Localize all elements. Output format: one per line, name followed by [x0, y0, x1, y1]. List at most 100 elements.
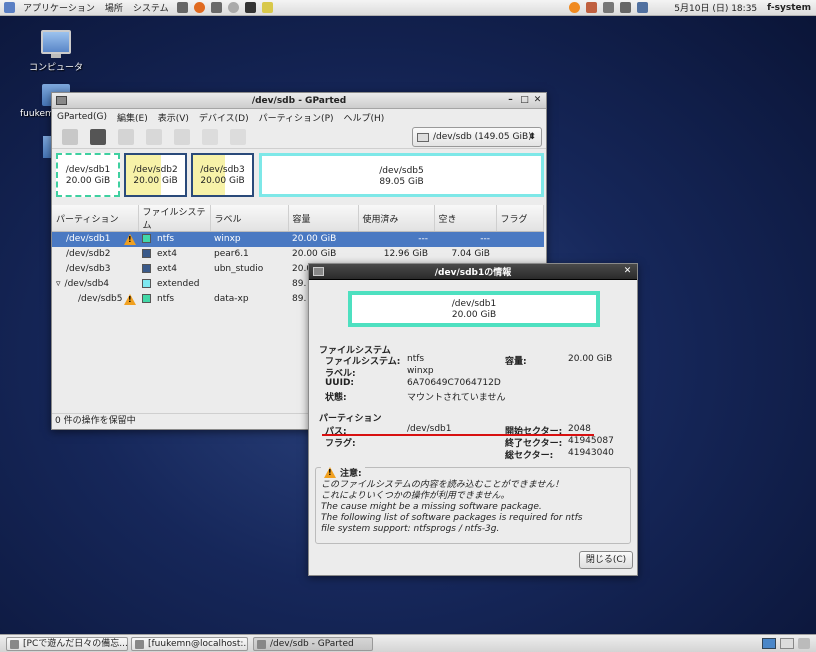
- workspace-2[interactable]: [780, 638, 794, 649]
- user-name[interactable]: f-system: [762, 3, 816, 13]
- gparted-titlebar[interactable]: /dev/sdb - GParted – □ ✕: [52, 93, 546, 109]
- col-filesystem[interactable]: ファイルシステム: [138, 205, 211, 232]
- partmap-sdb5[interactable]: /dev/sdb5 89.05 GiB: [259, 153, 544, 197]
- display-icon[interactable]: [637, 2, 649, 13]
- partmap-sdb1[interactable]: /dev/sdb1 20.00 GiB: [56, 153, 120, 197]
- computer-label: コンピュータ: [28, 63, 83, 73]
- menu-help[interactable]: ヘルプ(H): [339, 111, 390, 124]
- col-partition[interactable]: パーティション: [52, 205, 139, 232]
- partition-name: /dev/sdb3: [66, 264, 111, 274]
- warning-icon: [324, 467, 336, 478]
- device-selector-label: /dev/sdb (149.05 GiB): [433, 132, 532, 142]
- undo-icon[interactable]: [202, 128, 218, 145]
- table-row[interactable]: /dev/sdb2 ext4 pear6.1 20.00 GiB 12.96 GiB 7.…: [52, 247, 544, 262]
- cell-partition: /dev/sdb2: [52, 247, 138, 262]
- device-selector[interactable]: /dev/sdb (149.05 GiB) ⬍: [412, 127, 542, 147]
- menu-gparted[interactable]: GParted(G): [52, 112, 112, 122]
- menu-device[interactable]: デバイス(D): [194, 111, 254, 124]
- gparted-icon: [257, 640, 266, 649]
- menu-system[interactable]: システム: [128, 1, 174, 14]
- fs-color-swatch: [142, 234, 151, 244]
- delete-icon[interactable]: [90, 128, 106, 145]
- partmap-sdb2[interactable]: /dev/sdb2 20.00 GiB: [124, 153, 187, 197]
- task-label: /dev/sdb - GParted: [270, 639, 354, 649]
- chevron-updown-icon: ⬍: [528, 132, 536, 142]
- task-label: [fuukemn@localhost:...: [148, 639, 248, 649]
- start-sector-value: 2048: [568, 424, 591, 434]
- copy-icon[interactable]: [146, 128, 162, 145]
- bar-size: 20.00 GiB: [451, 310, 497, 320]
- warning-text: このファイルシステムの内容を読み込むことができません！ これによりいくつかの操作…: [321, 480, 582, 535]
- menu-partition[interactable]: パーティション(P): [254, 111, 339, 124]
- expander-icon[interactable]: ▿: [56, 279, 61, 289]
- minimize-icon[interactable]: –: [505, 95, 516, 106]
- cell-label: winxp: [210, 231, 288, 247]
- menu-applications[interactable]: アプリケーション: [18, 1, 100, 14]
- table-row[interactable]: /dev/sdb1ntfswinxp20.00 GiB------: [52, 231, 544, 247]
- fs-color-swatch: [142, 279, 151, 288]
- network-icon[interactable]: [586, 2, 598, 13]
- col-size[interactable]: 容量: [288, 205, 359, 232]
- clock[interactable]: 5月10日 (日) 18:35: [669, 1, 762, 14]
- calculator-icon[interactable]: [210, 2, 222, 13]
- dialog-titlebar[interactable]: /dev/sdb1の情報 ✕: [309, 264, 637, 280]
- menu-edit[interactable]: 編集(E): [112, 111, 153, 124]
- resize-icon[interactable]: [118, 128, 134, 145]
- close-button[interactable]: 閉じる(C): [579, 551, 633, 569]
- workspace-1[interactable]: [762, 638, 776, 649]
- paste-icon[interactable]: [174, 128, 190, 145]
- cell-size: 20.00 GiB: [288, 231, 358, 247]
- top-panel: アプリケーション 場所 システム 5月10日 (日) 18:35 f-syste…: [0, 0, 816, 16]
- volume-icon[interactable]: [620, 2, 632, 13]
- apply-icon[interactable]: [230, 128, 246, 145]
- camera-icon[interactable]: [176, 2, 188, 13]
- cell-flags: [496, 247, 544, 262]
- menu-view[interactable]: 表示(V): [153, 111, 194, 124]
- warning-line: The following list of software packages …: [321, 513, 583, 523]
- cell-label: [210, 277, 288, 292]
- partmap-size: 89.05 GiB: [379, 177, 424, 187]
- cell-used: 12.96 GiB: [383, 249, 428, 259]
- close-icon[interactable]: ✕: [622, 266, 633, 277]
- label-value: winxp: [407, 366, 434, 376]
- terminal-icon[interactable]: [244, 2, 256, 13]
- fs-name: ext4: [157, 264, 177, 274]
- task-gparted[interactable]: /dev/sdb - GParted: [253, 637, 373, 651]
- partition-section-heading: パーティション: [319, 414, 382, 424]
- partmap-sdb3[interactable]: /dev/sdb3 20.00 GiB: [191, 153, 254, 197]
- cell-partition: /dev/sdb1: [52, 231, 138, 247]
- col-used[interactable]: 使用済み: [358, 205, 435, 232]
- desktop-computer[interactable]: コンピュータ: [21, 30, 91, 73]
- close-icon[interactable]: ✕: [532, 95, 543, 106]
- cell-filesystem: ext4: [138, 247, 210, 262]
- computer-icon: [41, 30, 71, 58]
- warning-title: 注意:: [340, 469, 362, 479]
- menu-places[interactable]: 場所: [100, 1, 128, 14]
- col-free[interactable]: 空き: [434, 205, 497, 232]
- partition-name: /dev/sdb1: [66, 234, 111, 245]
- partmap-size: 20.00 GiB: [133, 176, 178, 186]
- editor-icon[interactable]: [261, 2, 273, 13]
- foot-icon: [4, 2, 15, 13]
- maximize-icon[interactable]: □: [519, 95, 530, 106]
- disk-icon: [417, 132, 429, 142]
- firefox-icon[interactable]: [193, 2, 205, 13]
- col-label[interactable]: ラベル: [210, 205, 289, 232]
- fs-color-swatch: [142, 249, 151, 258]
- col-flags[interactable]: フラグ: [496, 205, 544, 232]
- trash-icon[interactable]: [798, 638, 810, 649]
- bar-name: /dev/sdb1: [451, 299, 497, 309]
- partmap-name: /dev/sdb3: [200, 165, 245, 175]
- software-icon[interactable]: [227, 2, 239, 13]
- task-browser[interactable]: [PCで遊んだ日々の備忘...: [6, 637, 128, 651]
- warning-icon: [124, 234, 136, 245]
- fs-name: ext4: [157, 249, 177, 259]
- update-icon[interactable]: [569, 2, 581, 13]
- task-terminal[interactable]: [fuukemn@localhost:...: [131, 637, 248, 651]
- clipboard-icon[interactable]: [603, 2, 615, 13]
- menubar: GParted(G) 編集(E) 表示(V) デバイス(D) パーティション(P…: [52, 109, 546, 125]
- cell-filesystem: extended: [138, 277, 210, 292]
- size-value: 20.00 GiB: [568, 354, 613, 364]
- new-icon[interactable]: [62, 128, 78, 145]
- cell-free: 7.04 GiB: [451, 249, 490, 259]
